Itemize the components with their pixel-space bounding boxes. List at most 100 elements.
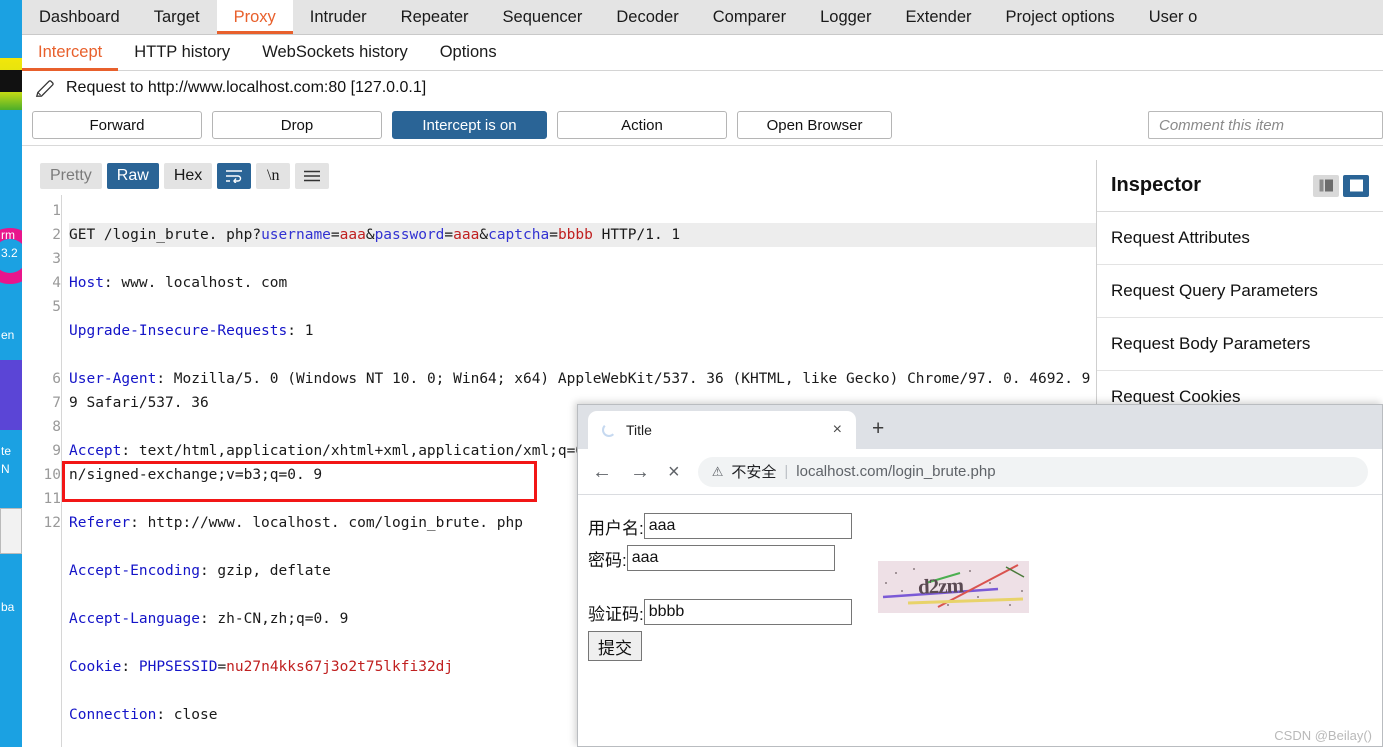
split-view-icon[interactable] [1313,174,1339,197]
submit-button[interactable]: 提交 [588,631,642,661]
desktop-label-1: 3.2 [1,246,18,260]
not-secure-warning-icon: ⚠ [711,463,724,479]
screen-root: rm 3.2 en te N ba Dashboard Target Proxy… [0,0,1383,747]
captcha-label: 验证码: [588,604,644,624]
username-row: 用户名: aaa [588,513,1382,539]
inspector-header: Inspector [1097,160,1383,212]
header-name: User-Agent [69,371,157,387]
code-line-upgrade: Upgrade-Insecure-Requests: 1 [69,323,314,339]
tab-proxy[interactable]: Proxy [216,0,293,34]
amp-1: & [365,227,375,243]
header-value: http://www. localhost. com/login_brute. … [138,515,523,531]
action-buttons-row: Forward Drop Intercept is on Action Open… [22,105,1383,145]
newline-label: \n [267,167,280,184]
tab-label: Project options [1005,7,1115,26]
param-key-username: username [261,227,331,243]
back-icon[interactable]: ← [592,462,612,482]
tab-logger[interactable]: Logger [803,0,888,34]
drop-button[interactable]: Drop [212,111,382,139]
header-name: Accept-Language [69,611,200,627]
tab-label: Proxy [233,7,276,26]
full-view-icon[interactable] [1343,174,1369,197]
param-key-password: password [374,227,445,243]
inspector-title: Inspector [1111,174,1202,196]
comment-input[interactable]: Comment this item [1148,111,1383,139]
header-value: www. localhost. com [112,275,288,291]
password-input[interactable]: aaa [626,545,835,571]
intercept-toggle-button[interactable]: Intercept is on [392,111,547,139]
browser-tab-title: Title [626,422,652,438]
tab-label: Comparer [712,7,787,26]
pencil-icon [35,80,54,97]
header-name: Accept-Encoding [69,563,200,579]
toolbar-divider [22,145,1383,146]
show-newlines-button[interactable]: \n [256,163,291,189]
code-line-1: GET /login_brute. php?username=aaa&passw… [69,223,1096,247]
request-method-path: GET /login_brute. php? [69,227,262,243]
full-glyph [1349,179,1363,192]
subtab-http-history[interactable]: HTTP history [118,35,246,70]
desktop-icon-black [0,70,22,92]
subtab-intercept[interactable]: Intercept [22,35,119,71]
stop-loading-icon[interactable]: × [668,462,680,482]
address-bar[interactable]: ⚠ 不安全 | localhost.com/login_brute.php [697,456,1368,487]
browser-navbar: ← → × ⚠ 不安全 | localhost.com/login_brute.… [578,449,1382,495]
proxy-subtabbar: Intercept HTTP history WebSockets histor… [22,35,1383,71]
tab-intruder[interactable]: Intruder [293,0,384,34]
http-version: HTTP/1. 1 [592,227,681,243]
tab-label: Target [153,7,200,26]
header-name: Accept [69,443,122,459]
header-value: zh-CN,zh;q=0. 9 [208,611,349,627]
tab-user-options[interactable]: User o [1132,0,1215,34]
request-title-text: Request to http://www.localhost.com:80 [… [66,79,427,96]
captcha-input[interactable]: bbbb [643,599,852,625]
open-browser-button[interactable]: Open Browser [737,111,892,139]
tab-label: Intruder [309,7,367,26]
forward-button[interactable]: Forward [32,111,202,139]
header-value: 1 [295,323,314,339]
tab-dashboard[interactable]: Dashboard [22,0,137,34]
inspector-row-request-query-parameters[interactable]: Request Query Parameters [1097,265,1383,318]
subtab-websockets-history[interactable]: WebSockets history [246,35,424,70]
raw-button[interactable]: Raw [106,163,159,189]
watermark-text: CSDN @Beilay() [1274,728,1372,743]
new-tab-icon[interactable]: + [872,417,884,441]
browser-tab[interactable]: Title × [588,411,856,449]
tab-repeater[interactable]: Repeater [384,0,486,34]
editor-menu-icon[interactable] [295,163,330,189]
tab-extender[interactable]: Extender [888,0,988,34]
tab-decoder[interactable]: Decoder [599,0,695,34]
desktop-label-0: rm [1,228,15,242]
tab-target[interactable]: Target [137,0,217,34]
editor-viewbar: Pretty Raw Hex \n [22,160,1096,192]
username-input[interactable]: aaa [643,513,852,539]
param-value-captcha: bbbb [557,227,593,243]
inspector-row-request-body-parameters[interactable]: Request Body Parameters [1097,318,1383,371]
captcha-image[interactable]: d2zm [878,561,1029,613]
inspector-row-request-attributes[interactable]: Request Attributes [1097,212,1383,265]
tab-sequencer[interactable]: Sequencer [486,0,600,34]
param-value-password: aaa [453,227,480,243]
loading-spinner-icon [602,423,616,437]
hex-button[interactable]: Hex [163,163,213,189]
password-label: 密码: [588,550,627,570]
desktop-background-strip: rm 3.2 en te N ba [0,0,22,747]
code-line-host: Host: www. localhost. com [69,275,288,291]
desktop-label-3: te [1,444,12,458]
pretty-button[interactable]: Pretty [40,163,102,189]
header-name: Referer [69,515,131,531]
close-tab-icon[interactable]: × [829,421,846,439]
subtab-options[interactable]: Options [424,35,513,70]
subtab-label: HTTP history [134,43,231,61]
tab-project-options[interactable]: Project options [989,0,1132,34]
desktop-icon-purple [0,360,22,430]
forward-icon[interactable]: → [630,462,650,482]
cookie-value: nu27n4kks67j3o2t75lkfi32dj [226,659,454,675]
amp-2: & [479,227,489,243]
desktop-icon-white [0,508,22,554]
action-button[interactable]: Action [557,111,727,139]
word-wrap-icon[interactable] [217,163,252,189]
wrap-glyph [226,170,243,183]
inspector-row-label: Request Attributes [1111,228,1250,247]
tab-comparer[interactable]: Comparer [696,0,803,34]
